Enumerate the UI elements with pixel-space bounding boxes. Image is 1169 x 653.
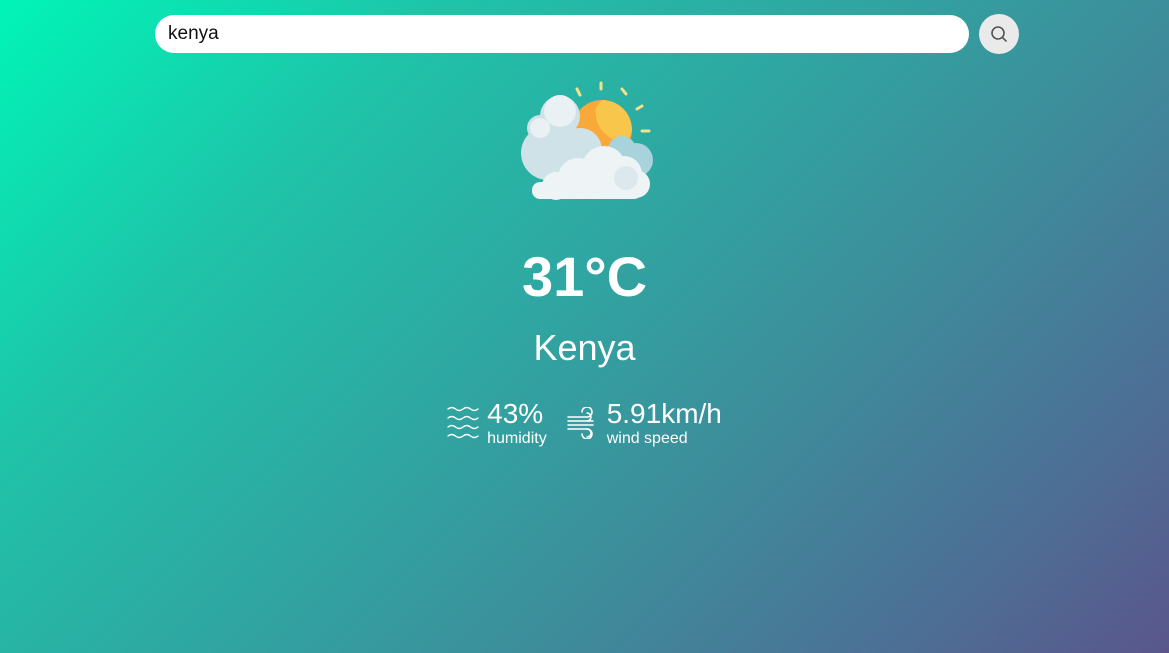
- search-input[interactable]: [168, 23, 956, 45]
- humidity-value: 43%: [487, 398, 544, 429]
- humidity-waves-icon: [447, 406, 479, 439]
- search-button[interactable]: [979, 14, 1019, 54]
- temperature: 31°C: [521, 245, 648, 308]
- wind-speed-label: wind speed: [606, 430, 688, 447]
- wind-icon: [566, 407, 594, 439]
- humidity-label: humidity: [487, 430, 547, 447]
- weather-details: 43% humidity 5.91km/h wind speed: [0, 398, 1169, 448]
- humidity-detail: 43% humidity: [447, 398, 547, 448]
- search-bar[interactable]: [155, 15, 969, 53]
- city-name: Kenya: [533, 327, 636, 368]
- wind-detail: 5.91km/h wind speed: [566, 398, 722, 448]
- wind-speed-value: 5.91km/h: [606, 398, 722, 429]
- search-icon: [991, 26, 1007, 42]
- partly-cloudy-sun-icon: [521, 81, 653, 200]
